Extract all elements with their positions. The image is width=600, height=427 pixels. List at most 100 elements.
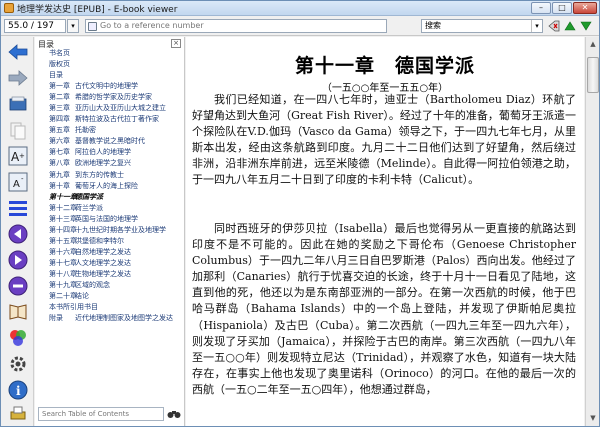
toolbar: 55.0 / 197 ▾ Go to a reference number 搜索… (1, 16, 599, 36)
toc-item-label: 斯特拉波及古代拉丁著作家 (75, 115, 159, 124)
toc-item[interactable]: 第五章 托勒密 (35, 125, 185, 136)
forward-arrow-icon[interactable] (7, 67, 29, 89)
minimize-button[interactable]: – (531, 2, 551, 14)
page-spinner[interactable]: ▾ (67, 19, 79, 33)
toc-item-label: 近代地理制图家及地图学之发达 (75, 314, 173, 323)
toc-item-number: 第二十章 (49, 292, 77, 301)
toc-close-button[interactable]: × (171, 39, 181, 48)
toc-item[interactable]: 第十六章自然地理学之发达 (35, 247, 185, 258)
maximize-button[interactable]: □ (552, 2, 572, 14)
toc-item[interactable]: 第二章 希腊的哲学家及历史学家 (35, 92, 185, 103)
toc-item-label: 亚历山大及亚历山大城之建立 (75, 104, 166, 113)
reference-icon (88, 22, 97, 31)
toc-item[interactable]: 第十三章英国与法国的地理学 (35, 214, 185, 225)
reference-mode-icon[interactable] (7, 301, 29, 323)
toc-item-label: 结论 (75, 292, 89, 301)
toc-item[interactable]: 第十二章荷兰学派 (35, 203, 185, 214)
toc-item[interactable]: 目录 (35, 70, 185, 81)
toc-item[interactable]: 第二十章结论 (35, 291, 185, 302)
font-larger-icon[interactable]: A + (7, 145, 29, 167)
toc-item[interactable]: 第九章 到东方的传教士 (35, 170, 185, 181)
search-next-icon[interactable] (579, 19, 593, 33)
back-arrow-icon[interactable] (7, 41, 29, 63)
toc-item[interactable]: 第十章 葡萄牙人的海上探险 (35, 181, 185, 192)
settings-gear-icon[interactable] (7, 353, 29, 375)
toc-item-label: 英国与法国的地理学 (75, 214, 138, 223)
toc-item-number: 第六章 (49, 137, 70, 146)
toc-search-binoculars-icon[interactable] (167, 407, 181, 421)
toc-item[interactable]: 第六章 基督教学说之黑暗时代 (35, 136, 185, 147)
toc-item-label: 区域的观念 (75, 280, 110, 289)
toc-item-number: 第三章 (49, 104, 70, 113)
table-of-contents-panel: 目录 × 书名页版权页 目录 第一章 古代文明中的地理学 第二章 希腊的哲学家及历史学家第… (35, 37, 185, 426)
app-icon (4, 3, 14, 13)
copy-icon[interactable] (7, 119, 29, 141)
find-icon[interactable] (7, 275, 29, 297)
toc-item-label: 版权页 (49, 60, 70, 69)
print-icon[interactable] (7, 403, 29, 425)
next-page-icon[interactable] (7, 249, 29, 271)
toc-item[interactable]: 第十四章十九世纪时期各学业及地理学 (35, 225, 185, 236)
vertical-scrollbar[interactable]: ▲ ▼ (585, 37, 599, 426)
window-title: 地理学发达史 [EPUB] - E-book viewer (17, 5, 178, 15)
toc-item-label: 生物地理学之发达 (75, 269, 131, 278)
theme-icon[interactable] (7, 327, 29, 349)
toc-item[interactable]: 附录 近代地理制图家及地图学之发达 (35, 313, 185, 324)
toc-item[interactable]: 第十八章生物地理学之发达 (35, 269, 185, 280)
search-prev-icon[interactable] (563, 19, 577, 33)
search-dropdown[interactable]: ▾ (531, 20, 542, 32)
toc-list: 书名页版权页 目录 第一章 古代文明中的地理学 第二章 希腊的哲学家及历史学家 第三章 亚历山… (35, 48, 185, 324)
paragraph: 我们已经知道，在一四八七年时，迪亚士（Bartholomeu Diaz）环航了好… (192, 93, 576, 187)
svg-text:+: + (19, 152, 25, 160)
reference-input[interactable]: Go to a reference number (85, 19, 387, 33)
search-label: 搜索 (425, 21, 441, 30)
toc-item-number: 第一章 (49, 82, 70, 91)
toc-item-label: 书名页 (49, 49, 70, 57)
toc-item[interactable]: 书名页 (35, 48, 185, 59)
toc-item[interactable]: 第十五章洪堡德和李特尔 (35, 236, 185, 247)
toc-item-number: 第十二章 (49, 203, 77, 212)
toc-item[interactable]: 第七章 阿拉伯人的地理学 (35, 147, 185, 158)
toc-item-number: 第五章 (49, 126, 70, 135)
toc-item-number: 第十八章 (49, 269, 77, 278)
toc-item[interactable]: 第十七章人文地理学之发达 (35, 258, 185, 269)
scroll-up-arrow[interactable]: ▲ (587, 38, 599, 50)
toc-item-label: 荷兰学派 (75, 203, 103, 212)
font-smaller-icon[interactable]: A- (7, 171, 29, 193)
scroll-down-arrow[interactable]: ▼ (587, 412, 599, 424)
toc-item-number: 附录 (49, 314, 63, 323)
toc-item-label: 古代文明中的地理学 (75, 82, 138, 91)
toc-item[interactable]: 第十九章区域的观念 (35, 280, 185, 291)
page-position-input[interactable]: 55.0 / 197 (4, 19, 66, 33)
chapter-title: 第十一章 德国学派 (294, 55, 475, 77)
toc-item-label: 希腊的哲学家及历史学家 (75, 93, 152, 102)
toc-item-number: 第八章 (49, 159, 70, 168)
previous-page-icon[interactable] (7, 223, 29, 245)
toc-item-number: 第十九章 (49, 280, 77, 289)
toc-item[interactable]: 版权页 (35, 59, 185, 70)
open-book-icon[interactable] (7, 93, 29, 115)
toc-item[interactable]: 第四章 斯特拉波及古代拉丁著作家 (35, 114, 185, 125)
toc-search-input[interactable]: Search Table of Contents (38, 407, 164, 421)
toc-item[interactable]: 第十一章德国学派 (35, 192, 185, 203)
search-input[interactable]: 搜索 ▾ (421, 19, 543, 33)
reference-placeholder: Go to a reference number (100, 21, 204, 30)
svg-text:A: A (13, 179, 20, 190)
toc-item-label: 托勒密 (75, 126, 96, 135)
clear-search-icon[interactable] (547, 19, 561, 33)
toc-item-label: 到东方的传教士 (75, 170, 124, 179)
info-icon[interactable]: i (7, 379, 29, 401)
toc-item[interactable]: 本书所引用书目 (35, 302, 185, 313)
close-button[interactable]: ✕ (573, 2, 597, 14)
toc-item-number: 第十三章 (49, 214, 77, 223)
toc-item[interactable]: 第八章 欧洲地理学之复兴 (35, 158, 185, 169)
toc-icon[interactable] (7, 197, 29, 219)
toc-item-number: 第十五章 (49, 236, 77, 245)
toc-item-number: 第十章 (49, 181, 70, 190)
toc-item[interactable]: 第三章 亚历山大及亚历山大城之建立 (35, 103, 185, 114)
scroll-thumb[interactable] (587, 57, 599, 93)
toc-item-label: 自然地理学之发达 (75, 247, 131, 256)
toc-item[interactable]: 第一章 古代文明中的地理学 (35, 81, 185, 92)
tool-sidebar: A + A- i (1, 37, 34, 426)
toc-item-label: 欧洲地理学之复兴 (75, 159, 131, 168)
